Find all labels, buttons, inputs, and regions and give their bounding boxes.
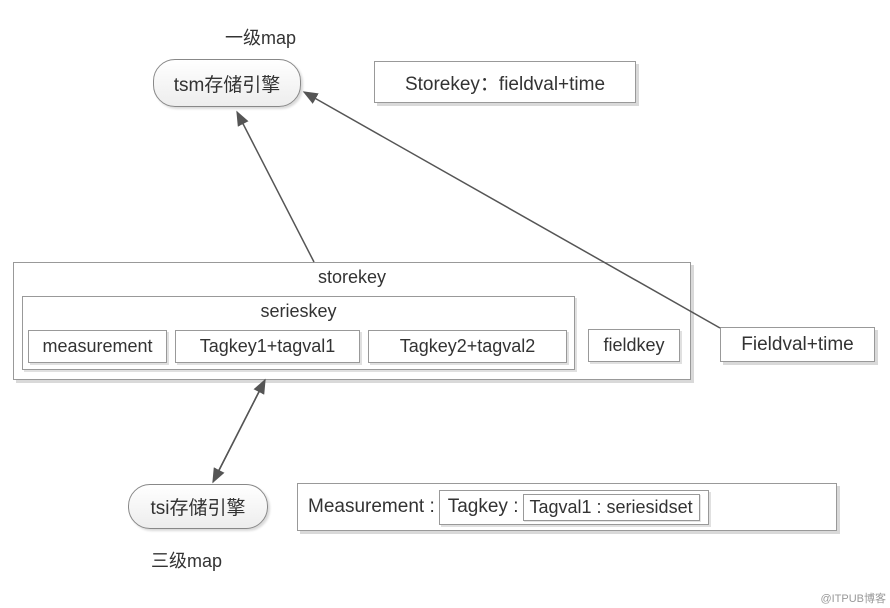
tsi-detail-box: Measurement : Tagkey : Tagval1 : seriesi… bbox=[297, 483, 837, 531]
level3-map-label: 三级map bbox=[151, 547, 222, 573]
measurement-box: measurement bbox=[28, 330, 167, 363]
tsi-engine-node: tsi存储引擎 bbox=[128, 484, 268, 529]
tag2-text: Tagkey2+tagval2 bbox=[400, 336, 536, 357]
level1-map-label: 一级map bbox=[225, 24, 296, 50]
storekey-title: storekey bbox=[14, 263, 690, 292]
fieldval-time-box: Fieldval+time bbox=[720, 327, 875, 362]
tsi-tagkey-text: Tagkey : bbox=[448, 496, 519, 518]
tag2-box: Tagkey2+tagval2 bbox=[368, 330, 567, 363]
tsi-tagkey-inner: Tagkey : Tagval1 : seriesidset bbox=[439, 490, 709, 525]
watermark: @ITPUB博客 bbox=[820, 590, 886, 606]
tsi-measurement-text: Measurement : bbox=[308, 496, 435, 518]
fieldkey-text: fieldkey bbox=[603, 335, 664, 356]
tsm-engine-node: tsm存储引擎 bbox=[153, 59, 301, 107]
serieskey-title: serieskey bbox=[23, 297, 574, 326]
storekey-container: storekey serieskey measurement Tagkey1+t… bbox=[13, 262, 691, 380]
serieskey-container: serieskey measurement Tagkey1+tagval1 Ta… bbox=[22, 296, 575, 370]
tsi-tagval-innermost: Tagval1 : seriesidset bbox=[523, 494, 700, 521]
fieldkey-box: fieldkey bbox=[588, 329, 680, 362]
tsm-engine-label: tsm存储引擎 bbox=[174, 70, 281, 97]
tag1-box: Tagkey1+tagval1 bbox=[175, 330, 360, 363]
tag1-text: Tagkey1+tagval1 bbox=[200, 336, 336, 357]
storekey-detail-text: Storekey：fieldval+time bbox=[405, 69, 605, 96]
storekey-detail-box: Storekey：fieldval+time bbox=[374, 61, 636, 103]
fieldval-time-text: Fieldval+time bbox=[741, 334, 853, 356]
measurement-text: measurement bbox=[42, 336, 152, 357]
tsi-engine-label: tsi存储引擎 bbox=[150, 493, 245, 520]
